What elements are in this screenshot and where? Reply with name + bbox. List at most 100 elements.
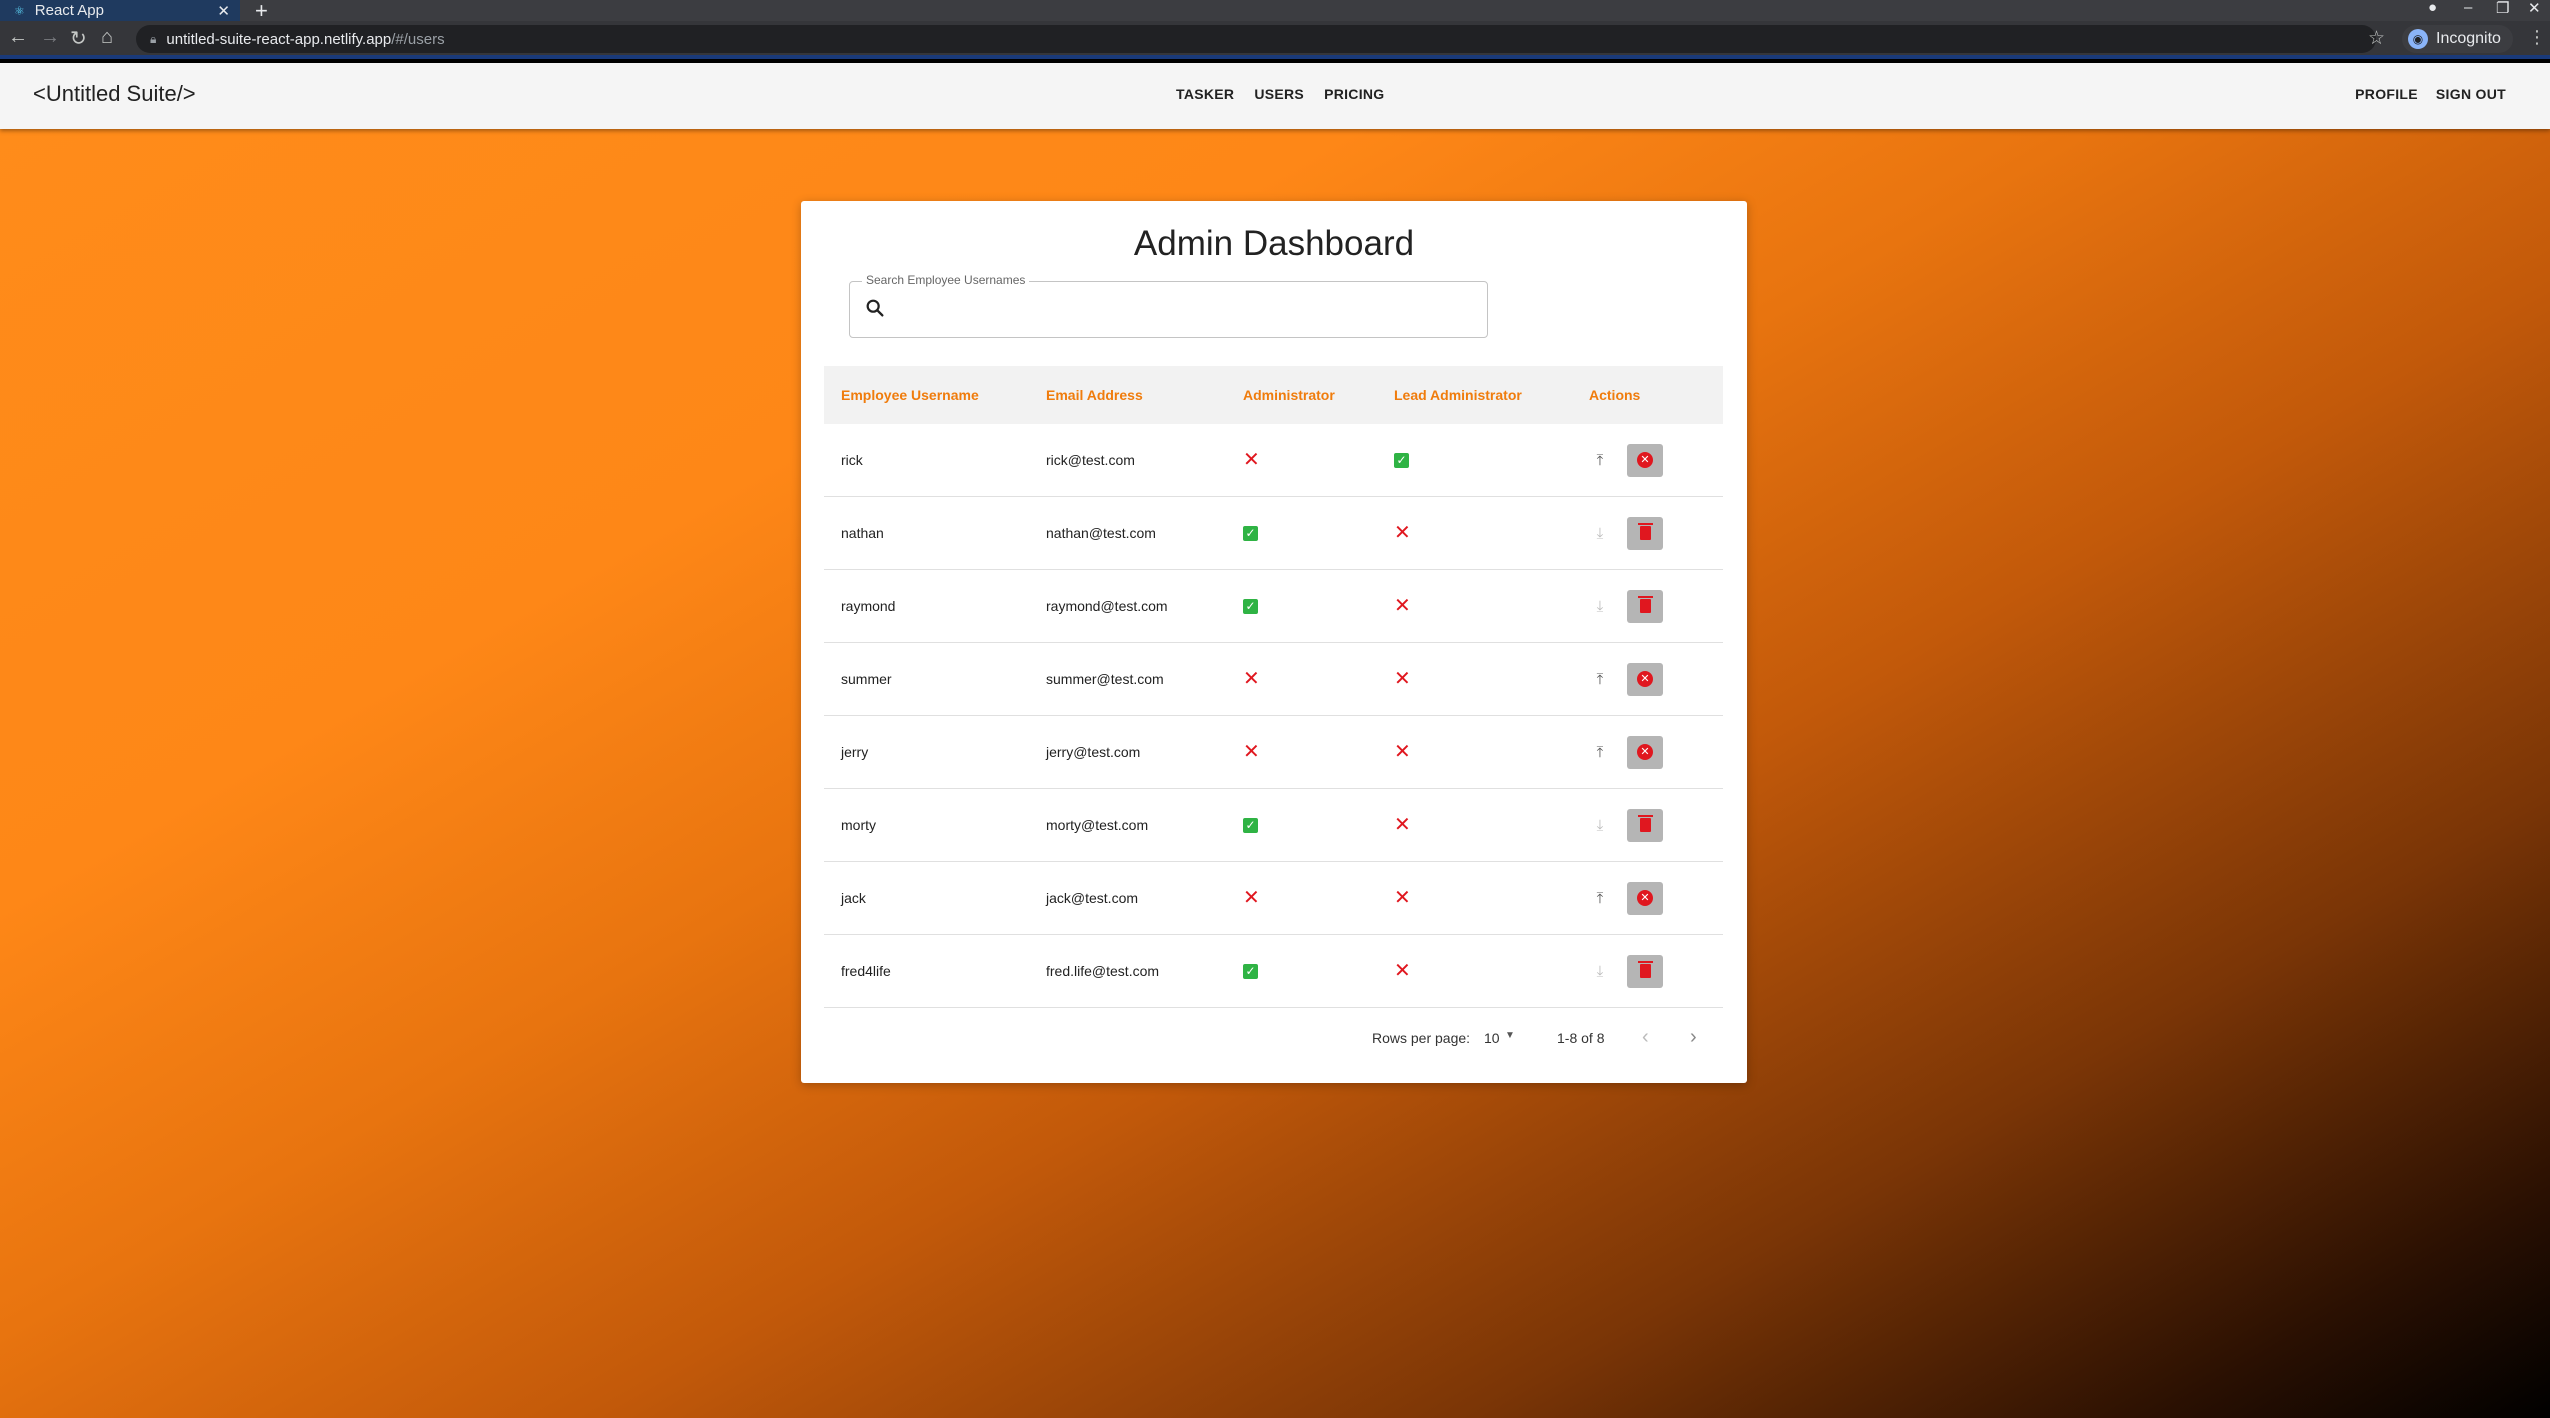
restore-icon[interactable]: ❐ [2496, 0, 2509, 17]
promote-icon[interactable]: ⤒ [1589, 668, 1611, 690]
demote-icon[interactable]: ⤓ [1589, 814, 1611, 836]
react-icon: ⚛ [14, 3, 25, 18]
browser-menu-icon[interactable]: ⋮ [2528, 27, 2546, 48]
delete-user-button[interactable] [1627, 808, 1663, 842]
incognito-icon: ◉ [2408, 29, 2428, 49]
cell-email: rick@test.com [1046, 452, 1135, 468]
header-username[interactable]: Employee Username [841, 387, 979, 403]
search-icon [866, 299, 884, 317]
browser-tab[interactable]: ⚛ React App ✕ [0, 0, 240, 21]
url-host: untitled-suite-react-app.netlify.app [166, 30, 392, 48]
cell-username: rick [841, 452, 863, 468]
users-table: Employee Username Email Address Administ… [824, 366, 1723, 1008]
remove-user-button[interactable]: ✕ [1627, 735, 1663, 769]
account-nav: PROFILE SIGN OUT [2355, 86, 2506, 102]
delete-user-button[interactable] [1627, 589, 1663, 623]
browser-tabstrip: ⚛ React App ✕ + ● – ❐ ✕ [0, 0, 2550, 23]
header-email[interactable]: Email Address [1046, 387, 1143, 403]
cell-username: morty [841, 817, 876, 833]
demote-icon[interactable]: ⤓ [1589, 595, 1611, 617]
page-title: Admin Dashboard [1133, 224, 1415, 263]
home-icon[interactable]: ⌂ [101, 26, 113, 49]
incognito-badge[interactable]: ◉ Incognito [2402, 25, 2513, 53]
cell-username: raymond [841, 598, 896, 614]
search-input[interactable] [898, 290, 1468, 330]
promote-icon[interactable]: ⤒ [1589, 741, 1611, 763]
promote-icon[interactable]: ⤒ [1589, 887, 1611, 909]
tab-close-icon[interactable]: ✕ [217, 2, 230, 20]
reload-icon[interactable]: ↻ [70, 26, 87, 51]
nav-profile[interactable]: PROFILE [2355, 86, 2418, 102]
header-administrator[interactable]: Administrator [1243, 387, 1335, 403]
next-page-icon[interactable]: › [1690, 1026, 1697, 1049]
close-window-icon[interactable]: ✕ [2528, 0, 2541, 17]
table-row: jack jack@test.com ✕ ✕ ⤒ ✕ [824, 862, 1723, 935]
table-pagination: Rows per page: 10 ▼ 1-8 of 8 ‹ › [824, 1024, 1723, 1054]
table-row: morty morty@test.com ✓ ✕ ⤓ [824, 789, 1723, 862]
admin-check-icon: ✓ [1243, 525, 1258, 541]
table-row: fred4life fred.life@test.com ✓ ✕ ⤓ [824, 935, 1723, 1008]
promote-icon[interactable]: ⤒ [1589, 449, 1611, 471]
admin-check-icon: ✓ [1243, 598, 1258, 614]
table-row: summer summer@test.com ✕ ✕ ⤒ ✕ [824, 643, 1723, 716]
minimize-icon[interactable]: – [2464, 0, 2472, 16]
lead-x-icon: ✕ [1394, 668, 1411, 690]
cell-email: morty@test.com [1046, 817, 1149, 833]
delete-user-button[interactable] [1627, 954, 1663, 988]
rows-per-page-select[interactable]: 10 [1484, 1030, 1500, 1046]
nav-sign-out[interactable]: SIGN OUT [2436, 86, 2506, 102]
tab-title: React App [34, 2, 104, 19]
remove-user-button[interactable]: ✕ [1627, 443, 1663, 477]
cell-actions: ⤓ [1589, 808, 1663, 842]
lead-x-icon: ✕ [1394, 960, 1411, 982]
nav-users[interactable]: USERS [1254, 86, 1304, 102]
cell-actions: ⤒ ✕ [1589, 662, 1663, 696]
demote-icon[interactable]: ⤓ [1589, 960, 1611, 982]
header-lead-administrator[interactable]: Lead Administrator [1394, 387, 1522, 403]
dropdown-arrow-icon[interactable]: ▼ [1505, 1030, 1515, 1041]
cancel-icon: ✕ [1637, 744, 1653, 760]
cancel-icon: ✕ [1637, 671, 1653, 687]
cell-actions: ⤒ ✕ [1589, 735, 1663, 769]
incognito-label: Incognito [2436, 30, 2501, 47]
bookmark-star-icon[interactable]: ☆ [2368, 27, 2385, 50]
address-bar[interactable]: 🔒︎ untitled-suite-react-app.netlify.app /… [136, 25, 2376, 53]
back-icon[interactable]: ← [8, 26, 28, 49]
lock-icon: 🔒︎ [150, 31, 157, 46]
remove-user-button[interactable]: ✕ [1627, 881, 1663, 915]
nav-tasker[interactable]: TASKER [1176, 86, 1234, 102]
trash-icon [1637, 815, 1653, 832]
admin-x-icon: ✕ [1243, 449, 1260, 471]
trash-icon [1637, 596, 1653, 613]
search-label: Search Employee Usernames [862, 273, 1030, 287]
brand-logo[interactable]: <Untitled Suite/> [33, 81, 196, 107]
admin-x-icon: ✕ [1243, 887, 1260, 909]
nav-pricing[interactable]: PRICING [1324, 86, 1384, 102]
cell-email: fred.life@test.com [1046, 963, 1160, 979]
table-row: raymond raymond@test.com ✓ ✕ ⤓ [824, 570, 1723, 643]
demote-icon[interactable]: ⤓ [1589, 522, 1611, 544]
search-field[interactable]: Search Employee Usernames [849, 273, 1488, 338]
admin-x-icon: ✕ [1243, 741, 1260, 763]
table-row: nathan nathan@test.com ✓ ✕ ⤓ [824, 497, 1723, 570]
admin-x-icon: ✕ [1243, 668, 1260, 690]
rows-per-page-label: Rows per page: [1372, 1030, 1471, 1046]
cell-email: summer@test.com [1046, 671, 1164, 687]
prev-page-icon[interactable]: ‹ [1642, 1026, 1649, 1049]
main-nav: TASKER USERS PRICING [1176, 86, 1385, 102]
forward-icon[interactable]: → [40, 26, 60, 49]
lead-x-icon: ✕ [1394, 595, 1411, 617]
cell-actions: ⤒ ✕ [1589, 881, 1663, 915]
cell-actions: ⤓ [1589, 516, 1663, 550]
cell-actions: ⤓ [1589, 589, 1663, 623]
record-icon[interactable]: ● [2428, 0, 2437, 16]
cell-username: jack [841, 890, 866, 906]
remove-user-button[interactable]: ✕ [1627, 662, 1663, 696]
table-header: Employee Username Email Address Administ… [824, 366, 1723, 424]
cell-username: nathan [841, 525, 884, 541]
lead-x-icon: ✕ [1394, 887, 1411, 909]
cell-email: jack@test.com [1046, 890, 1139, 906]
admin-check-icon: ✓ [1243, 817, 1258, 833]
lead-x-icon: ✕ [1394, 522, 1411, 544]
delete-user-button[interactable] [1627, 516, 1663, 550]
